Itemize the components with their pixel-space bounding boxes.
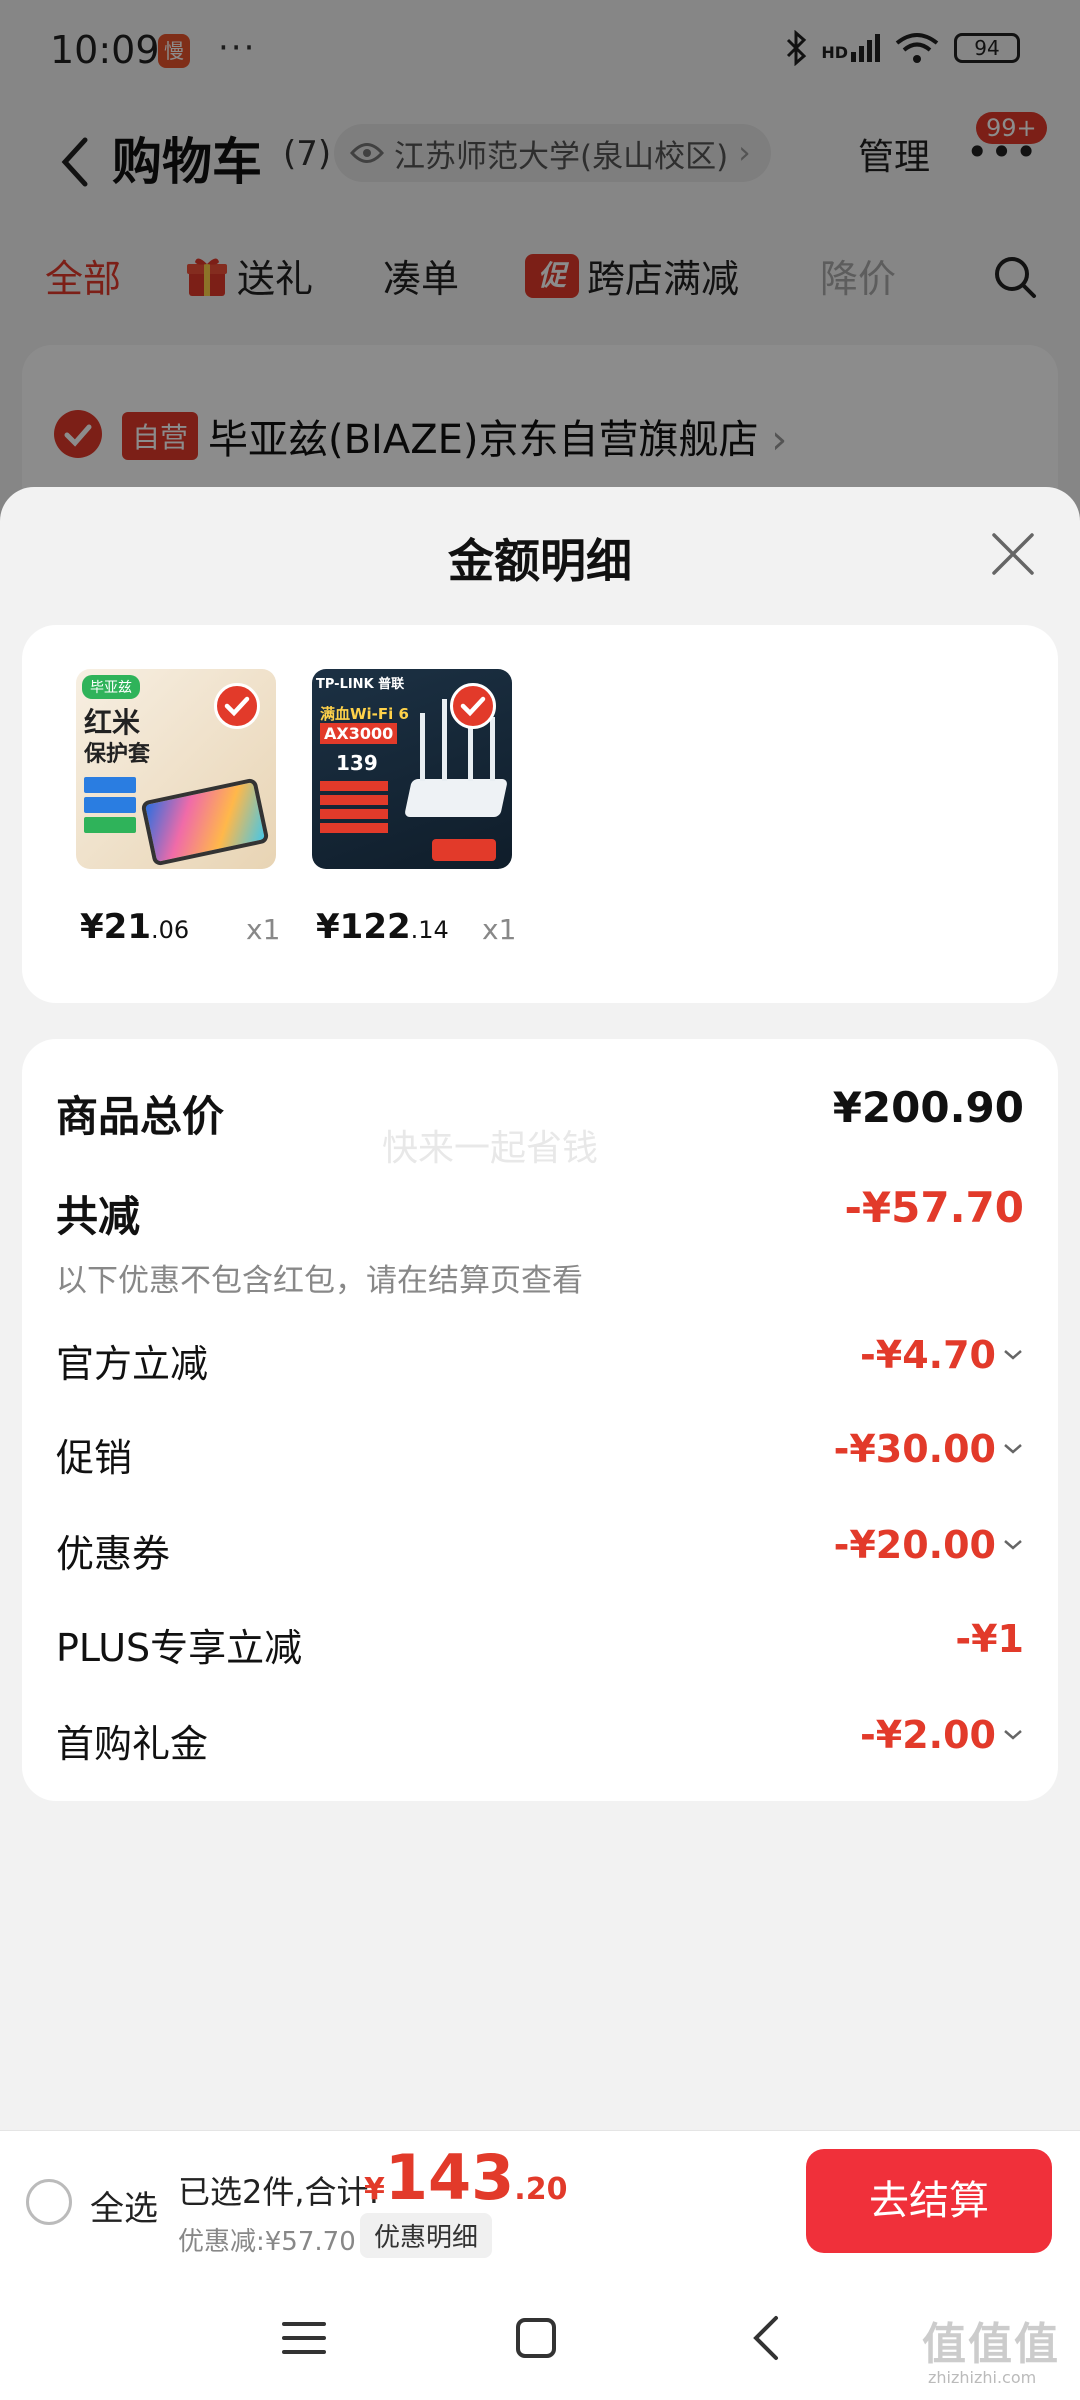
product-checkbox[interactable]	[214, 683, 260, 729]
discount-value: -¥1	[955, 1617, 1024, 1661]
total-reduce-label: 共减	[56, 1192, 141, 1241]
checkout-button[interactable]: 去结算	[806, 2149, 1052, 2253]
discount-value: -¥30.00	[834, 1427, 1024, 1471]
product-checkbox[interactable]	[450, 683, 496, 729]
product-price: ¥122.14	[316, 907, 449, 947]
chevron-down-icon	[1004, 1730, 1022, 1740]
site-watermark-url: zhizhizhi.com	[928, 2368, 1037, 2387]
feature-tags	[84, 777, 136, 837]
discount-label: PLUS专享立减	[56, 1626, 303, 1670]
tablet-image	[140, 777, 270, 867]
total-price-row: 商品总价 ¥200.90	[56, 1083, 1024, 1143]
close-icon[interactable]	[988, 529, 1038, 579]
sheet-title: 金额明细	[448, 534, 632, 588]
product-quantity: x1	[246, 913, 281, 946]
discount-row-official[interactable]: 官方立减 -¥4.70	[56, 1333, 1024, 1389]
amount-detail-sheet: 金额明细 毕亚兹 红米 保护套 ¥21.06 x1 TP-LINK 普联 满血W…	[0, 487, 1080, 2400]
product-quantity: x1	[482, 913, 517, 946]
discount-row-plus: PLUS专享立减 -¥1	[56, 1617, 1024, 1673]
discount-value: -¥4.70	[860, 1333, 1024, 1377]
reduce-hint: 以下优惠不包含红包，请在结算页查看	[56, 1263, 583, 1299]
brand-logo: 毕亚兹	[82, 675, 140, 699]
brand-logo: TP-LINK 普联	[316, 677, 405, 692]
check-icon	[224, 696, 250, 717]
discount-value: -¥20.00	[834, 1523, 1024, 1567]
select-all-label[interactable]: 全选	[90, 2181, 158, 2230]
system-nav-bar	[0, 2270, 1080, 2400]
home-icon[interactable]	[508, 2310, 564, 2366]
site-watermark: 值值值	[922, 2319, 1060, 2370]
router-image	[403, 779, 509, 817]
total-reduce-row: 共减 -¥57.70	[56, 1183, 1024, 1243]
price-breakdown: 快来一起省钱 商品总价 ¥200.90 共减 -¥57.70 以下优惠不包含红包…	[22, 1039, 1058, 1801]
select-all-checkbox[interactable]	[26, 2179, 72, 2225]
check-icon	[460, 696, 486, 717]
discount-label: 首购礼金	[56, 1722, 209, 1766]
thumb-text: 139	[336, 751, 378, 775]
checkout-bar: 全选 已选2件,合计: ¥143.20 优惠减:¥57.70 优惠明细 去结算	[0, 2130, 1080, 2270]
menu-icon[interactable]	[276, 2310, 332, 2366]
back-icon[interactable]	[740, 2310, 796, 2366]
discount-row-coupon[interactable]: 优惠券 -¥20.00	[56, 1523, 1024, 1579]
chevron-down-icon	[1004, 1540, 1022, 1550]
total-price-value: ¥200.90	[832, 1083, 1024, 1132]
total-price-label: 商品总价	[56, 1092, 225, 1141]
discount-value: -¥2.00	[860, 1713, 1024, 1757]
total-amount: ¥143.20	[364, 2141, 568, 2214]
thumb-text: AX3000	[320, 723, 398, 744]
feature-tags	[320, 781, 388, 833]
thumb-text: 满血Wi-Fi 6	[320, 705, 409, 723]
discount-summary: 优惠减:¥57.70	[178, 2227, 356, 2257]
discount-detail-button[interactable]: 优惠明细	[360, 2213, 493, 2258]
discount-label: 促销	[56, 1436, 133, 1480]
discount-row-promotion[interactable]: 促销 -¥30.00	[56, 1427, 1024, 1483]
thumb-text: 红米 保护套	[84, 706, 151, 768]
selected-summary: 已选2件,合计:	[178, 2173, 380, 2211]
chevron-down-icon	[1004, 1350, 1022, 1360]
selected-products: 毕亚兹 红米 保护套 ¥21.06 x1 TP-LINK 普联 满血Wi-Fi …	[22, 625, 1058, 1003]
chevron-down-icon	[1004, 1444, 1022, 1454]
discount-label: 官方立减	[56, 1342, 209, 1386]
total-reduce-value: -¥57.70	[844, 1183, 1024, 1232]
discount-label: 优惠券	[56, 1532, 171, 1576]
discount-row-first-purchase[interactable]: 首购礼金 -¥2.00	[56, 1713, 1024, 1769]
product-price: ¥21.06	[80, 907, 190, 947]
